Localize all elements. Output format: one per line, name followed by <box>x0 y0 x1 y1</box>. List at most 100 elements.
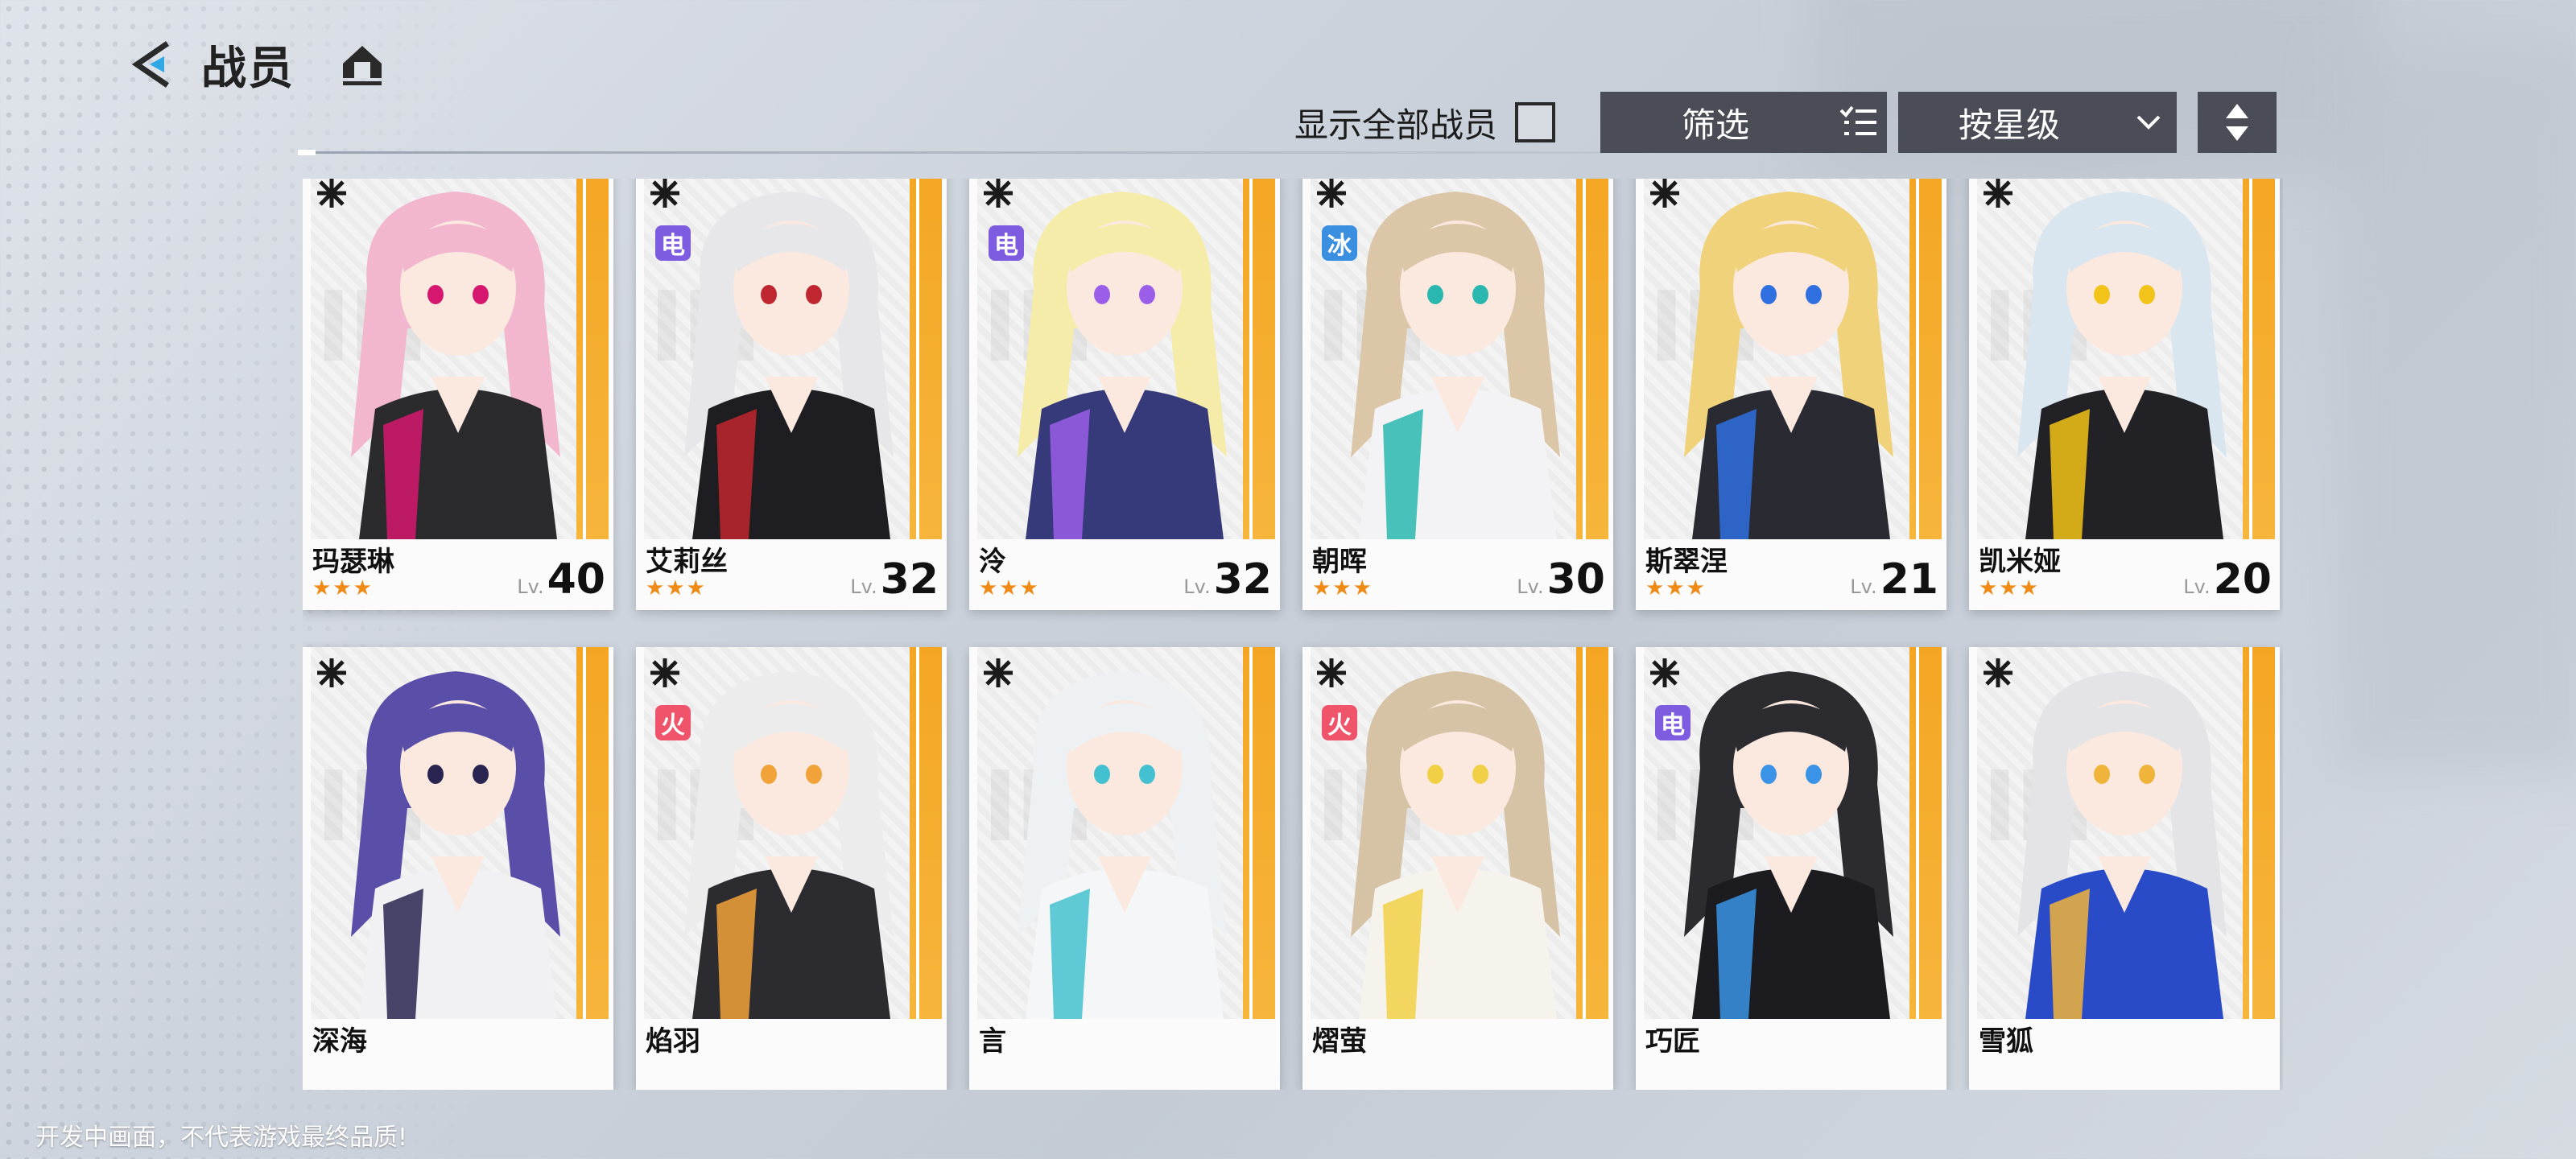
sort-label: 按星级 <box>1958 105 2060 145</box>
character-card[interactable]: IN 凯米娅★★★ Lv.20 <box>1969 179 2280 610</box>
sort-order-icon <box>2226 104 2248 141</box>
level-display: Lv. 32 <box>1183 559 1272 600</box>
class-icon <box>1984 179 2013 208</box>
level-prefix: Lv. <box>1850 575 1877 598</box>
character-card[interactable]: IN电艾莉丝★★★Lv.32 <box>636 179 947 610</box>
star-rating: ★★★ <box>1979 576 2040 600</box>
filter-label: 筛选 <box>1681 105 1749 145</box>
character-portrait: IN <box>644 647 939 1019</box>
level-number: 32 <box>880 555 939 604</box>
character-name: 言 <box>979 1025 1006 1058</box>
level-prefix: Lv. <box>1183 575 1211 598</box>
character-card[interactable]: IN火熠萤 <box>1302 647 1613 1090</box>
development-disclaimer: 开发中画面，不代表游戏最终品质! <box>35 1124 408 1152</box>
page-title: 战员 <box>201 42 295 95</box>
filter-button[interactable]: 筛选 <box>1600 92 1887 153</box>
character-figure <box>684 671 894 1019</box>
show-all-checkbox[interactable] <box>1515 102 1556 142</box>
class-icon <box>650 179 679 208</box>
element-badge: 火 <box>1322 705 1357 740</box>
character-name: 深海 <box>312 1025 367 1058</box>
character-card[interactable]: IN 雪狐 <box>1969 647 2280 1090</box>
character-card[interactable]: IN电巧匠 <box>1636 647 1946 1090</box>
character-figure <box>351 192 560 539</box>
character-portrait: IN <box>311 647 605 1019</box>
level-prefix: Lv. <box>1517 575 1544 598</box>
character-name: 凯米娅 <box>1979 546 2061 578</box>
level-prefix: Lv. <box>517 575 544 598</box>
star-rating: ★★★ <box>1645 576 1707 600</box>
home-button[interactable] <box>330 32 394 97</box>
filter-list-icon <box>1831 104 1887 141</box>
class-icon <box>1317 658 1346 687</box>
character-figure <box>1351 671 1560 1019</box>
character-figure <box>1684 671 1893 1019</box>
character-card[interactable]: IN火焰羽 <box>636 647 947 1090</box>
level-display: Lv. 40 <box>517 559 605 600</box>
rarity-stripe <box>576 647 609 1019</box>
character-portrait: IN <box>311 179 605 539</box>
rarity-stripe <box>910 647 942 1019</box>
class-icon <box>317 179 346 208</box>
character-card[interactable]: IN 深海 <box>303 647 613 1090</box>
show-all-toggle[interactable]: 显示全部战员 <box>1294 98 1556 146</box>
top-bar: 战员 <box>121 32 394 97</box>
character-card[interactable]: IN 言 <box>969 647 1280 1090</box>
element-badge: 火 <box>655 705 691 740</box>
back-button[interactable] <box>121 32 185 97</box>
rarity-stripe <box>1576 647 1608 1019</box>
rarity-stripe <box>576 179 609 539</box>
class-icon <box>1650 658 1679 687</box>
character-name: 焰羽 <box>646 1025 700 1058</box>
class-icon <box>1650 179 1679 208</box>
rarity-stripe <box>1909 647 1942 1019</box>
class-icon <box>984 658 1013 687</box>
sort-order-button[interactable] <box>2198 92 2277 153</box>
character-name: 泠 <box>979 546 1006 578</box>
rarity-stripe <box>2243 647 2275 1019</box>
rarity-stripe <box>2243 179 2275 539</box>
class-icon <box>317 658 346 687</box>
character-name: 斯翠涅 <box>1645 546 1728 578</box>
element-badge: 冰 <box>1322 225 1357 261</box>
class-icon <box>1317 179 1346 208</box>
character-portrait: IN <box>1644 647 1938 1019</box>
star-rating: ★★★ <box>646 576 707 600</box>
character-portrait: IN <box>1977 647 2272 1019</box>
character-name: 熠萤 <box>1312 1025 1367 1058</box>
level-display: Lv. 20 <box>2183 559 2272 600</box>
level-prefix: Lv. <box>2183 575 2211 598</box>
character-portrait: IN <box>1644 179 1938 539</box>
character-card[interactable]: IN 玛瑟琳★★★ Lv.40 <box>303 179 613 610</box>
character-figure <box>1018 671 1227 1019</box>
element-badge: 电 <box>989 225 1024 261</box>
level-number: 21 <box>1880 555 1938 604</box>
divider-marker <box>298 150 316 155</box>
character-card[interactable]: IN 斯翠涅★★★ Lv.21 <box>1636 179 1946 610</box>
header-divider <box>298 151 1602 154</box>
character-card[interactable]: IN电泠★★★Lv.32 <box>969 179 1280 610</box>
level-prefix: Lv. <box>850 575 877 598</box>
character-name: 朝晖 <box>1312 546 1367 578</box>
chevron-down-icon <box>2120 113 2177 132</box>
character-card[interactable]: IN冰朝晖★★★Lv.30 <box>1302 179 1613 610</box>
background-shape <box>2334 48 2576 773</box>
rarity-stripe <box>1243 179 1275 539</box>
character-name: 艾莉丝 <box>646 546 728 578</box>
element-badge: 电 <box>655 225 691 261</box>
character-portrait: IN <box>977 647 1272 1019</box>
level-display: Lv. 30 <box>1517 559 1605 600</box>
character-figure <box>2017 192 2227 539</box>
star-rating: ★★★ <box>979 576 1040 600</box>
class-icon <box>650 658 679 687</box>
home-icon <box>343 46 382 85</box>
show-all-label: 显示全部战员 <box>1294 105 1498 145</box>
level-number: 30 <box>1546 555 1605 604</box>
character-figure <box>2017 671 2227 1019</box>
level-display: Lv. 21 <box>1850 559 1938 600</box>
level-number: 40 <box>547 555 605 604</box>
character-name: 玛瑟琳 <box>312 546 394 578</box>
rarity-stripe <box>1909 179 1942 539</box>
class-icon <box>984 179 1013 208</box>
sort-dropdown[interactable]: 按星级 <box>1898 92 2177 153</box>
